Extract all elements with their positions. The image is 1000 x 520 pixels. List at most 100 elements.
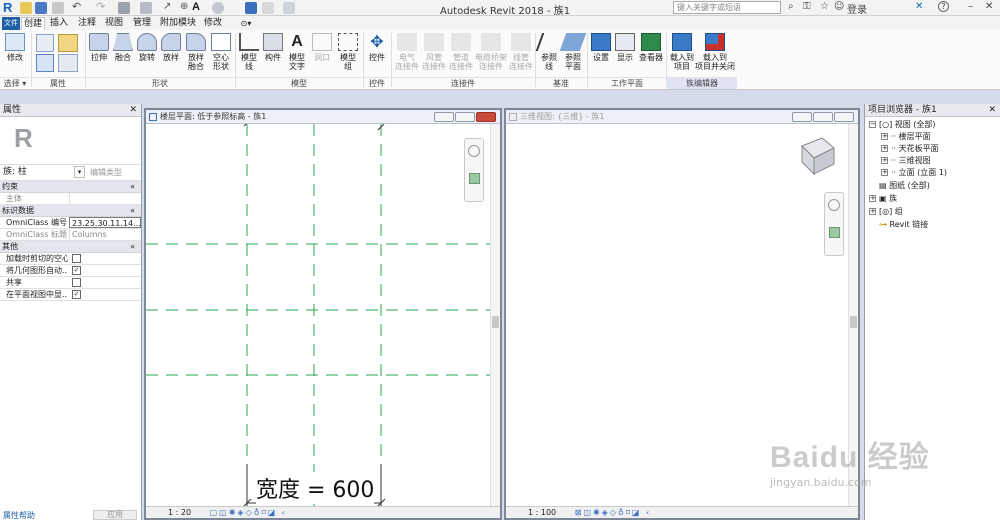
- default-3d-icon[interactable]: [212, 2, 224, 14]
- show-work-plane-button[interactable]: 显示: [614, 33, 636, 62]
- ribbon-options-icon[interactable]: ⊙▾: [238, 17, 254, 30]
- zoom-icon[interactable]: [469, 173, 480, 184]
- thin-lines-icon[interactable]: [245, 2, 257, 14]
- binoculars-icon[interactable]: ⌕: [788, 1, 794, 12]
- select-dropdown[interactable]: 选择 ▾: [0, 77, 30, 89]
- expand-icon[interactable]: +: [881, 157, 888, 164]
- family-dropdown[interactable]: 族: 柱: [3, 165, 27, 180]
- zoom-icon[interactable]: [829, 227, 840, 238]
- drawing-canvas[interactable]: [146, 124, 490, 508]
- sweep-button[interactable]: 放样: [160, 33, 182, 62]
- close-icon[interactable]: ✕: [988, 104, 996, 116]
- model-line-button[interactable]: 模型 线: [238, 33, 260, 71]
- minimize-button[interactable]: [434, 112, 454, 122]
- opening-button[interactable]: 洞口: [310, 33, 334, 62]
- restore-button[interactable]: [813, 112, 833, 122]
- steering-wheel-icon[interactable]: [828, 199, 840, 211]
- tree-item-3d-views[interactable]: + ·· 三维视图: [881, 155, 931, 167]
- favorite-icon[interactable]: ☆: [820, 1, 829, 12]
- collapse-icon[interactable]: «: [130, 181, 135, 192]
- close-icon[interactable]: ✕: [129, 104, 137, 116]
- revit-logo-icon[interactable]: R: [3, 0, 12, 15]
- apply-button[interactable]: 应用: [93, 510, 137, 520]
- help-icon[interactable]: ?: [938, 1, 949, 12]
- tree-item-families[interactable]: + ▣ 族: [869, 193, 897, 205]
- cut-with-voids-checkbox[interactable]: [72, 254, 81, 263]
- tab-annotate[interactable]: 注释: [76, 17, 98, 30]
- collapse-icon[interactable]: «: [130, 205, 135, 216]
- omniclass-number-field[interactable]: 23.25.30.11.14...: [69, 217, 141, 228]
- reference-plane-button[interactable]: 参照 平面: [559, 33, 587, 71]
- view-scale[interactable]: 1 : 20: [168, 508, 191, 517]
- scroll-thumb[interactable]: [492, 316, 499, 328]
- dimension-icon[interactable]: ↗: [163, 2, 175, 14]
- duct-connector-button[interactable]: 风管 连接件: [421, 33, 447, 71]
- login-label[interactable]: 登录: [847, 1, 867, 16]
- swept-blend-button[interactable]: 放样 融合: [184, 33, 208, 71]
- auto-geometry-checkbox[interactable]: ✓: [72, 266, 81, 275]
- tree-item-floor-plans[interactable]: + ·· 楼层平面: [881, 131, 931, 143]
- save-icon[interactable]: [35, 2, 47, 14]
- minimize-ribbon-icon[interactable]: –: [968, 1, 973, 12]
- blend-button[interactable]: 融合: [112, 33, 134, 62]
- show-in-plan-checkbox[interactable]: ✓: [72, 290, 81, 299]
- section-identity-data[interactable]: 标识数据 «: [0, 205, 141, 217]
- type-properties-icon[interactable]: [58, 54, 78, 72]
- control-button[interactable]: ✥ 控件: [366, 33, 388, 63]
- steering-wheel-icon[interactable]: [468, 145, 480, 157]
- expand-icon[interactable]: +: [881, 133, 888, 140]
- navigation-bar[interactable]: [824, 192, 844, 256]
- tree-item-ceiling-plans[interactable]: + ·· 天花板平面: [881, 143, 939, 155]
- close-app-icon[interactable]: ✕: [985, 1, 993, 12]
- electrical-connector-button[interactable]: 电气 连接件: [394, 33, 420, 71]
- cable-tray-connector-button[interactable]: 电缆桥架 连接件: [474, 33, 508, 71]
- viewcube-icon[interactable]: [794, 132, 840, 178]
- shared-checkbox[interactable]: [72, 278, 81, 287]
- tab-create[interactable]: 创建: [21, 17, 45, 30]
- expand-icon[interactable]: +: [881, 145, 888, 152]
- minimize-button[interactable]: [792, 112, 812, 122]
- close-hidden-icon[interactable]: [262, 2, 274, 14]
- redo-icon[interactable]: ↷: [96, 1, 108, 14]
- edit-type-button[interactable]: 编辑类型: [90, 165, 122, 180]
- reference-line-button[interactable]: 参照 线: [535, 33, 563, 71]
- view-control-icons[interactable]: ⊠◫✺◈◇♁⌑◪ ‹: [575, 508, 652, 517]
- extrusion-button[interactable]: 拉伸: [88, 33, 110, 62]
- tab-insert[interactable]: 插入: [48, 17, 70, 30]
- tab-file[interactable]: 文件: [2, 17, 20, 30]
- switch-windows-icon[interactable]: [283, 2, 295, 14]
- sync-icon[interactable]: [52, 2, 64, 14]
- tab-addins[interactable]: 附加模块: [159, 17, 197, 30]
- family-category-icon[interactable]: [36, 34, 54, 52]
- navigation-bar[interactable]: [464, 138, 484, 202]
- search-input[interactable]: 键入关键字或短语: [673, 1, 781, 14]
- tree-item-views[interactable]: − [○] 视图 (全部): [869, 119, 936, 131]
- component-button[interactable]: 构件: [262, 33, 284, 62]
- scroll-thumb[interactable]: [850, 316, 857, 328]
- family-types-icon[interactable]: [58, 34, 78, 52]
- chevron-down-icon[interactable]: ▾: [74, 166, 85, 178]
- model-group-button[interactable]: 模型 组: [336, 33, 360, 71]
- tab-view[interactable]: 视图: [103, 17, 125, 30]
- expand-icon[interactable]: +: [881, 169, 888, 176]
- measure-icon[interactable]: [140, 2, 152, 14]
- tree-item-elevations[interactable]: + ·· 立面 (立面 1): [881, 167, 947, 179]
- void-forms-button[interactable]: 空心 形状: [210, 33, 232, 71]
- load-into-project-button[interactable]: 载入到 项目: [668, 33, 696, 71]
- properties-icon[interactable]: [36, 54, 54, 72]
- model-text-button[interactable]: A 模型 文字: [286, 33, 308, 71]
- exchange-icon[interactable]: ✕: [915, 1, 923, 12]
- vertical-scrollbar[interactable]: [490, 124, 500, 506]
- floor-plan-view[interactable]: 楼层平面: 低于参照标高 - 族1 宽度 = 600 1: 20 ▢◫✺◈◇♁…: [144, 108, 502, 520]
- tab-modify[interactable]: 修改: [201, 17, 225, 30]
- pipe-connector-button[interactable]: 管道 连接件: [448, 33, 474, 71]
- dimension-label[interactable]: 宽度 = 600: [256, 472, 375, 504]
- close-view-button[interactable]: [834, 112, 854, 122]
- user-icon[interactable]: ☺: [834, 1, 844, 12]
- type-selector[interactable]: R: [0, 117, 141, 165]
- load-and-close-button[interactable]: 载入到 项目并关闭: [694, 33, 736, 71]
- tree-item-sheets[interactable]: ▤ 图纸 (全部): [879, 180, 930, 192]
- conduit-connector-button[interactable]: 线管 连接件: [508, 33, 534, 71]
- restore-button[interactable]: [455, 112, 475, 122]
- tab-manage[interactable]: 管理: [131, 17, 153, 30]
